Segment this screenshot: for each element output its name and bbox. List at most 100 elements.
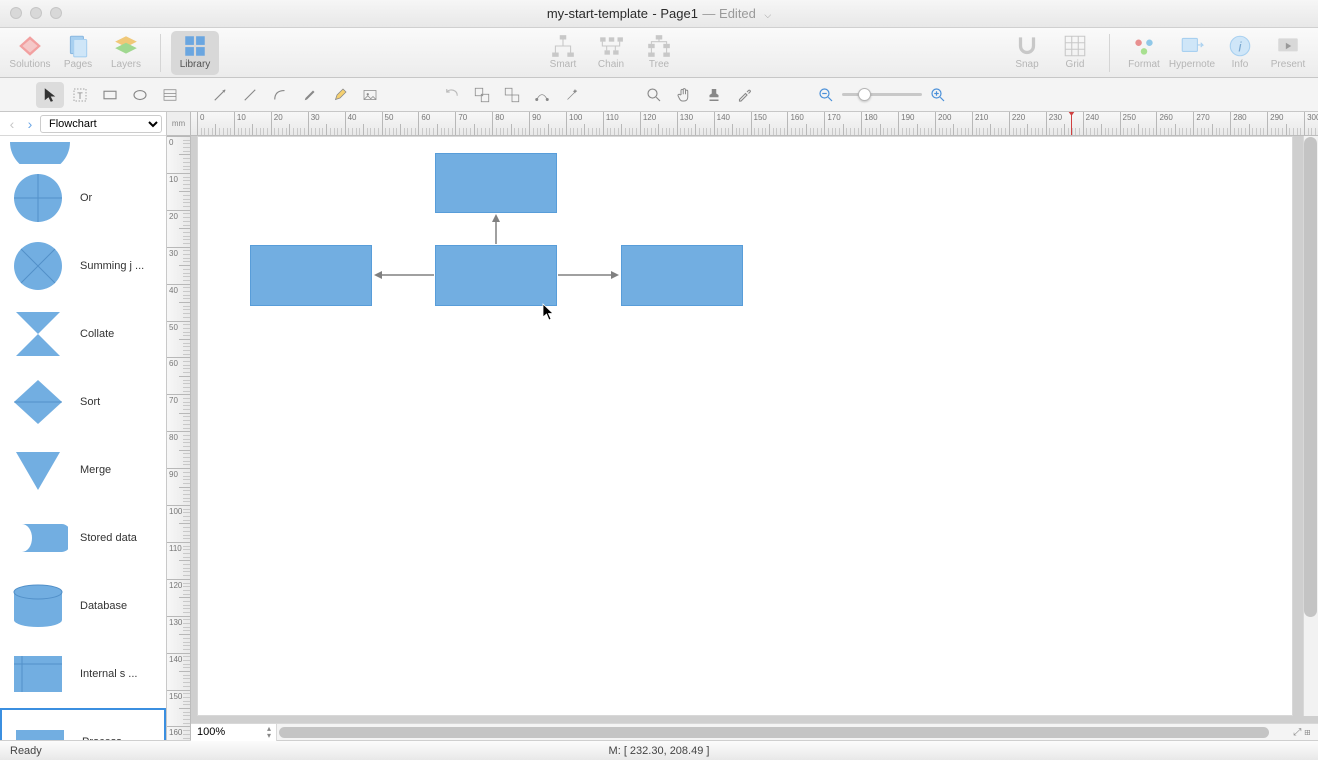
internal-storage-icon xyxy=(6,646,70,702)
format-icon xyxy=(1131,34,1157,58)
zoom-out-tool[interactable] xyxy=(812,82,840,108)
rect-tool[interactable] xyxy=(96,82,124,108)
shape-partial-icon xyxy=(10,142,70,164)
svg-text:T: T xyxy=(77,90,83,100)
minimize-window-button[interactable] xyxy=(30,7,42,19)
process-icon xyxy=(8,714,72,740)
info-button[interactable]: i Info xyxy=(1216,31,1264,75)
smart-button[interactable]: Smart xyxy=(539,31,587,75)
present-button[interactable]: Present xyxy=(1264,31,1312,75)
horizontal-scrollbar-row: 100% ▴▾ ⤢ ⊞ xyxy=(191,723,1318,740)
shape-internal-storage[interactable]: Internal s ... xyxy=(0,640,166,708)
window-titlebar: my-start-template - Page1 — Edited ⌵ xyxy=(0,0,1318,28)
sort-icon xyxy=(6,374,70,430)
segment-tool[interactable] xyxy=(236,82,264,108)
hypernote-icon xyxy=(1179,34,1205,58)
pen-tool[interactable] xyxy=(296,82,324,108)
zoom-slider-track[interactable] xyxy=(842,93,922,96)
select-tool[interactable] xyxy=(36,82,64,108)
zoom-field[interactable]: 100% ▴▾ xyxy=(191,724,277,741)
highlight-tool[interactable] xyxy=(326,82,354,108)
zoom-slider[interactable] xyxy=(842,93,922,96)
list-tool[interactable] xyxy=(156,82,184,108)
chevron-down-icon[interactable]: ⌵ xyxy=(764,10,771,20)
horizontal-scroll-thumb[interactable] xyxy=(279,727,1269,738)
text-tool[interactable]: T xyxy=(66,82,94,108)
merge-icon xyxy=(6,442,70,498)
vertical-scrollbar[interactable] xyxy=(1303,136,1318,716)
process-box[interactable] xyxy=(621,245,743,306)
chain-icon xyxy=(598,34,624,58)
shape-summing-junction[interactable]: Summing j ... xyxy=(0,232,166,300)
pan-tool[interactable] xyxy=(670,82,698,108)
shape-merge[interactable]: Merge xyxy=(0,436,166,504)
shape-list: Or Summing j ... Collate Sort Merge Stor… xyxy=(0,136,166,740)
canvas-viewport[interactable]: 100% ▴▾ ⤢ ⊞ xyxy=(191,136,1318,740)
undo-tool[interactable] xyxy=(438,82,466,108)
canvas-page[interactable] xyxy=(197,136,1293,716)
close-window-button[interactable] xyxy=(10,7,22,19)
status-coords: M: [ 232.30, 208.49 ] xyxy=(210,745,1108,757)
process-box[interactable] xyxy=(435,153,557,213)
tree-button[interactable]: Tree xyxy=(635,31,683,75)
group-tool[interactable] xyxy=(468,82,496,108)
connector-arrow[interactable] xyxy=(368,269,440,281)
zoom-window-button[interactable] xyxy=(50,7,62,19)
pages-icon xyxy=(65,34,91,58)
grid-button[interactable]: Grid xyxy=(1051,31,1099,75)
shape-collate[interactable]: Collate xyxy=(0,300,166,368)
image-tool[interactable] xyxy=(356,82,384,108)
horizontal-ruler[interactable]: 0102030405060708090100110120130140150160… xyxy=(191,112,1318,136)
vertical-scroll-thumb[interactable] xyxy=(1304,137,1317,617)
page-name: Page1 xyxy=(660,6,698,21)
scroll-corner-icons[interactable]: ⤢ ⊞ xyxy=(1286,727,1318,738)
library-forward-button[interactable]: › xyxy=(22,116,38,132)
search-tool[interactable] xyxy=(640,82,668,108)
or-icon xyxy=(6,170,70,226)
eyedrop-tool[interactable] xyxy=(730,82,758,108)
library-header: ‹ › Flowchart xyxy=(0,112,166,136)
zoom-in-tool[interactable] xyxy=(924,82,952,108)
connector-arrow[interactable] xyxy=(490,208,502,250)
mouse-cursor-icon xyxy=(542,303,556,325)
library-button[interactable]: Library xyxy=(171,31,219,75)
tree-icon xyxy=(646,34,672,58)
stamp-tool[interactable] xyxy=(700,82,728,108)
library-back-button[interactable]: ‹ xyxy=(4,116,20,132)
info-icon: i xyxy=(1227,34,1253,58)
doc-status: Edited xyxy=(719,6,756,21)
layers-button[interactable]: Layers xyxy=(102,31,150,75)
tool-row: T xyxy=(0,78,1318,112)
zoom-slider-thumb[interactable] xyxy=(858,88,871,101)
snap-button[interactable]: Snap xyxy=(1003,31,1051,75)
layers-icon xyxy=(113,34,139,58)
horizontal-scrollbar[interactable] xyxy=(277,726,1286,739)
chain-button[interactable]: Chain xyxy=(587,31,635,75)
library-select[interactable]: Flowchart xyxy=(40,115,162,133)
doc-name: my-start-template xyxy=(547,6,648,21)
hypernote-button[interactable]: Hypernote xyxy=(1168,31,1216,75)
shape-database[interactable]: Database xyxy=(0,572,166,640)
connector-tool[interactable] xyxy=(528,82,556,108)
database-icon xyxy=(6,578,70,634)
ellipse-tool[interactable] xyxy=(126,82,154,108)
library-sidebar: ‹ › Flowchart Or Summing j ... Collate xyxy=(0,112,167,740)
solutions-button[interactable]: Solutions xyxy=(6,31,54,75)
shape-stored-data[interactable]: Stored data xyxy=(0,504,166,572)
shape-process[interactable]: Process xyxy=(0,708,166,740)
format-button[interactable]: Format xyxy=(1120,31,1168,75)
vertical-ruler[interactable]: 0102030405060708090100110120130140150160… xyxy=(167,136,191,740)
pages-button[interactable]: Pages xyxy=(54,31,102,75)
zoom-stepper[interactable]: ▴▾ xyxy=(262,725,276,739)
wand-tool[interactable] xyxy=(558,82,586,108)
ungroup-tool[interactable] xyxy=(498,82,526,108)
grid-icon xyxy=(1062,34,1088,58)
process-box[interactable] xyxy=(435,245,557,306)
shape-or[interactable]: Or xyxy=(0,164,166,232)
process-box[interactable] xyxy=(250,245,372,306)
summing-icon xyxy=(6,238,70,294)
shape-sort[interactable]: Sort xyxy=(0,368,166,436)
connector-arrow[interactable] xyxy=(552,269,625,281)
curve-tool[interactable] xyxy=(266,82,294,108)
line-tool[interactable] xyxy=(206,82,234,108)
